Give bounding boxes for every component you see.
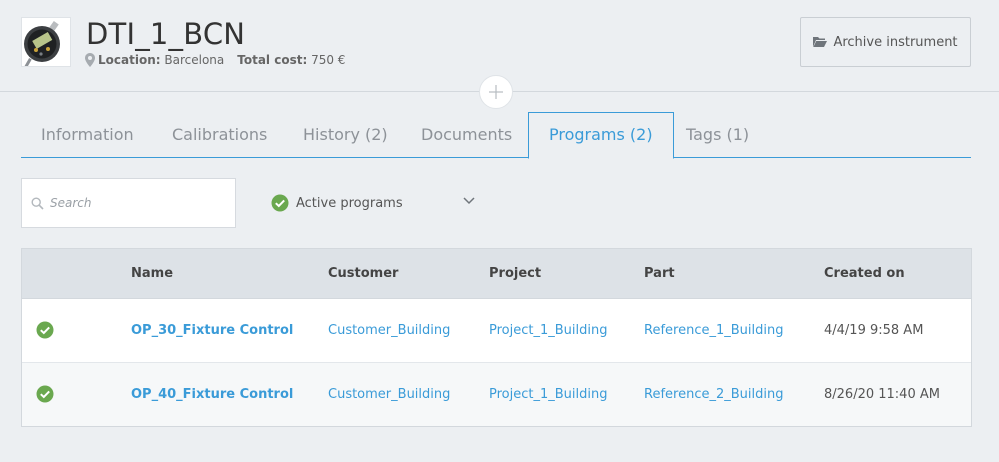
project-link[interactable]: Project_1_Building (489, 363, 608, 426)
program-name-link[interactable]: OP_40_Fixture Control (131, 363, 293, 426)
folder-open-icon (813, 37, 828, 47)
created-on-value: 4/4/19 9:58 AM (824, 323, 924, 338)
tab-documents[interactable]: Documents (421, 112, 512, 158)
add-button[interactable] (479, 75, 513, 109)
customer-link[interactable]: Customer_Building (328, 299, 450, 362)
customer-link[interactable]: Customer_Building (328, 363, 450, 426)
column-header-customer[interactable]: Customer (328, 249, 398, 299)
archive-instrument-button[interactable]: Archive instrument (800, 17, 971, 67)
table-row[interactable]: OP_30_Fixture Control Customer_Building … (22, 299, 971, 363)
tab-bar: Information Calibrations History (2) Doc… (21, 112, 971, 159)
search-box (21, 178, 236, 228)
created-on-value: 8/26/20 11:40 AM (824, 387, 940, 402)
tab-calibrations[interactable]: Calibrations (172, 112, 267, 158)
table-header: Name Customer Project Part Created on (22, 249, 971, 299)
programs-table: Name Customer Project Part Created on OP… (21, 248, 972, 427)
part-link[interactable]: Reference_1_Building (644, 299, 783, 362)
tab-information[interactable]: Information (41, 112, 134, 158)
instrument-thumbnail (21, 17, 71, 67)
map-pin-icon (85, 53, 95, 67)
archive-instrument-label: Archive instrument (833, 34, 958, 50)
column-header-part[interactable]: Part (644, 249, 675, 299)
program-status-select[interactable]: Active programs (271, 190, 481, 216)
status-icon-cell (36, 321, 54, 339)
total-cost-value: 750 € (311, 53, 346, 67)
dial-indicator-icon (22, 18, 70, 66)
part-link[interactable]: Reference_2_Building (644, 363, 783, 426)
total-cost-label: Total cost: (237, 53, 308, 67)
program-status-label: Active programs (296, 195, 403, 211)
search-icon (31, 196, 44, 210)
check-circle-icon (36, 321, 54, 339)
check-circle-icon (36, 385, 54, 403)
location-label: Location: (98, 53, 161, 67)
program-name-link[interactable]: OP_30_Fixture Control (131, 299, 293, 362)
tab-history[interactable]: History (2) (303, 112, 388, 158)
search-input[interactable] (50, 196, 220, 210)
chevron-down-icon (463, 197, 475, 205)
column-header-name[interactable]: Name (131, 249, 173, 299)
location-value: Barcelona (164, 53, 225, 67)
tab-programs[interactable]: Programs (2) (528, 112, 674, 159)
project-link[interactable]: Project_1_Building (489, 299, 608, 362)
plus-icon (489, 85, 503, 99)
column-header-project[interactable]: Project (489, 249, 541, 299)
table-row[interactable]: OP_40_Fixture Control Customer_Building … (22, 363, 971, 426)
check-circle-icon (271, 194, 289, 212)
instrument-meta: Location: Barcelona Total cost: 750 € (85, 53, 345, 67)
column-header-created-on[interactable]: Created on (824, 249, 905, 299)
tab-tags[interactable]: Tags (1) (686, 112, 749, 158)
page-title: DTI_1_BCN (86, 17, 246, 51)
status-icon-cell (36, 385, 54, 403)
